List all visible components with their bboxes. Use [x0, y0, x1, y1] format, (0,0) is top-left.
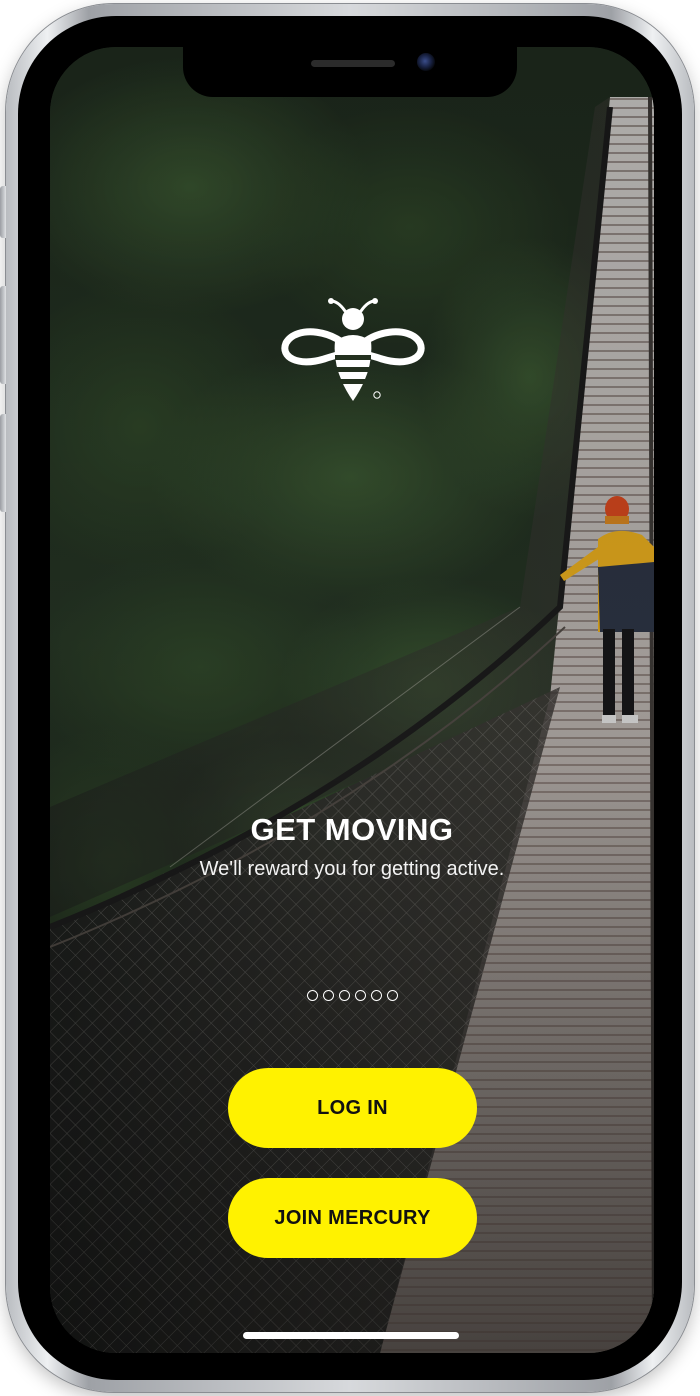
page-subtitle: We'll reward you for getting active.: [199, 858, 505, 880]
page-dot[interactable]: [386, 990, 398, 1001]
silent-switch: [0, 186, 6, 238]
earpiece-speaker: [311, 60, 395, 67]
onboarding-screen: GET MOVING We'll reward you for getting …: [50, 47, 654, 1353]
page-dot[interactable]: [306, 990, 318, 1001]
log-in-button-label: LOG IN: [317, 1096, 388, 1119]
page-dot[interactable]: [338, 990, 350, 1001]
background-photo: [50, 47, 654, 1353]
home-indicator[interactable]: [243, 1332, 459, 1339]
front-camera: [417, 53, 435, 71]
page-title: GET MOVING: [250, 812, 454, 847]
notch: [183, 47, 517, 97]
bee-logo-icon: [281, 298, 425, 401]
volume-up-button: [0, 286, 6, 384]
page-indicator[interactable]: [50, 990, 654, 1001]
join-mercury-button-label: JOIN MERCURY: [274, 1206, 431, 1229]
volume-down-button: [0, 414, 6, 512]
page-dot[interactable]: [322, 990, 334, 1001]
join-mercury-button[interactable]: JOIN MERCURY: [228, 1178, 477, 1258]
page-dot[interactable]: [354, 990, 366, 1001]
page-dot[interactable]: [370, 990, 382, 1001]
log-in-button[interactable]: LOG IN: [228, 1068, 477, 1148]
